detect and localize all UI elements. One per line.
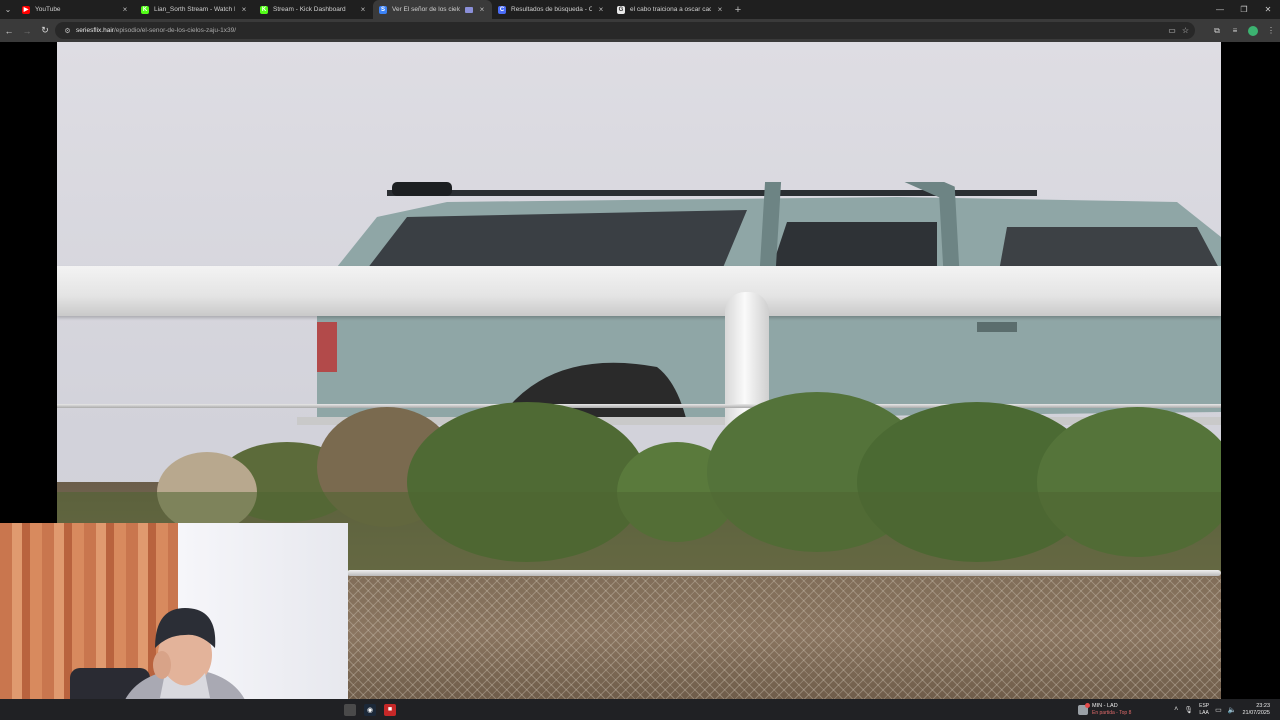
chevron-up-icon[interactable]: ˄ [1174,706,1178,713]
media-control-icon[interactable]: ≡ [1226,19,1244,42]
tab-favicon-icon: S [379,5,387,14]
system-tray: ˄ 🎙 ESP LAA ▭ 🔈 23:23 21/07/2025 [1174,699,1280,720]
wire-fence [347,577,1221,699]
game-icon [1078,702,1090,715]
tab-close-icon[interactable]: × [716,5,724,14]
game-status-widget[interactable]: MIN - LAD En partida - Top 8 [1078,701,1156,718]
browser-tab[interactable]: Gel cabo traiciona a oscar cadena × [611,0,730,19]
taskbar-apps: ◉ ■ [344,699,396,720]
cast-icon[interactable]: ▭ [1168,26,1176,35]
profile-avatar[interactable] [1248,25,1258,36]
tab-title: el cabo traiciona a oscar cadena [630,6,711,13]
browser-toolbar: ← → ↻ ⚙ seriesflix.hair/episodio/el-seno… [0,19,1280,42]
browser-tab[interactable]: C Resultados de búsqueda - Cuevana × [492,0,611,19]
arrow-left-icon: ← [4,25,14,36]
tab-list: ▶ YouTube × K Lian_Sorth Stream - Watch Live… [16,0,730,19]
webcam-person [125,608,245,699]
tab-favicon-icon: G [617,5,625,14]
clock[interactable]: 23:23 21/07/2025 [1242,703,1270,717]
webcam-overlay [0,523,348,699]
reload-icon: ↻ [41,25,49,35]
tab-title: Resultados de búsqueda - Cuevana [511,6,592,13]
url-text: seriesflix.hair/episodio/el-senor-de-los… [76,27,236,34]
tab-strip: ⌄ ▶ YouTube × K Lian_Sorth Stream - Watch Li… [0,0,1280,19]
now-playing-subtitle: En partida - Top 8 [1092,709,1132,716]
chevron-down-icon: ⌄ [4,5,12,14]
new-tab-button[interactable]: + [730,0,746,19]
tab-close-icon[interactable]: × [359,5,367,14]
now-playing-title: MIN - LAD [1092,702,1118,709]
lang-bottom: LAA [1199,709,1209,716]
back-button[interactable]: ← [0,19,18,42]
clock-date: 21/07/2025 [1242,709,1270,716]
address-bar[interactable]: ⚙ seriesflix.hair/episodio/el-senor-de-l… [55,22,1195,39]
tab-favicon-icon: C [498,5,506,14]
tab-favicon-icon: ▶ [22,5,30,14]
arrow-right-icon: → [22,25,32,36]
language-indicator[interactable]: ESP LAA [1199,703,1209,717]
steam-icon[interactable]: ◉ [364,703,376,716]
url-domain: seriesflix.hair [76,27,114,34]
tab-search-button[interactable]: ⌄ [0,0,16,19]
tune-icon[interactable]: ⚙ [63,26,72,35]
tab-close-icon[interactable]: × [597,5,605,14]
kebab-icon[interactable]: ⋮ [1262,19,1280,42]
clock-time: 23:23 [1256,702,1270,709]
plus-icon: + [734,3,742,16]
tab-title: Lian_Sorth Stream - Watch Live [154,6,235,13]
file-explorer-icon[interactable] [344,703,356,716]
browser-tab[interactable]: K Lian_Sorth Stream - Watch Live × [135,0,254,19]
taskbar: ◉ ■ MIN - LAD En partida - Top 8 ˄ 🎙 ESP… [0,699,1280,720]
tab-title: YouTube [35,6,61,13]
tab-title: Ver El señor de los cielos 1x39 [392,6,460,13]
drain-pipe [347,570,1221,576]
tab-title: Stream - Kick Dashboard [273,6,346,13]
lang-top: ESP [1199,702,1210,709]
browser-tab[interactable]: ▶ YouTube × [16,0,135,19]
network-icon[interactable]: ▭ [1215,706,1222,714]
tab-close-icon[interactable]: × [121,5,129,14]
minimize-button[interactable]: — [1208,0,1232,19]
close-window-button[interactable]: ✕ [1256,0,1280,19]
reload-button[interactable]: ↻ [36,19,54,42]
tab-close-icon[interactable]: × [478,5,486,14]
puzzle-icon[interactable]: ⧉ [1208,19,1226,42]
guard-rail [57,266,1221,316]
browser-tab[interactable]: S Ver El señor de los cielos 1x39 × [373,0,492,19]
window-controls: — ❐ ✕ [1208,0,1280,19]
maximize-button[interactable]: ❐ [1232,0,1256,19]
microphone-icon[interactable]: 🎙 [1184,706,1193,714]
red-app-icon[interactable]: ■ [384,703,396,716]
tab-favicon-icon: K [141,5,149,14]
url-path: /episodio/el-senor-de-los-cielos-zaju-1x… [113,27,237,34]
tab-media-icon[interactable] [465,6,473,13]
star-icon[interactable]: ☆ [1182,26,1189,35]
tab-favicon-icon: K [260,5,268,14]
browser-tab[interactable]: K Stream - Kick Dashboard × [254,0,373,19]
forward-button[interactable]: → [18,19,36,42]
volume-icon[interactable]: 🔈 [1228,706,1237,714]
tab-close-icon[interactable]: × [240,5,248,14]
